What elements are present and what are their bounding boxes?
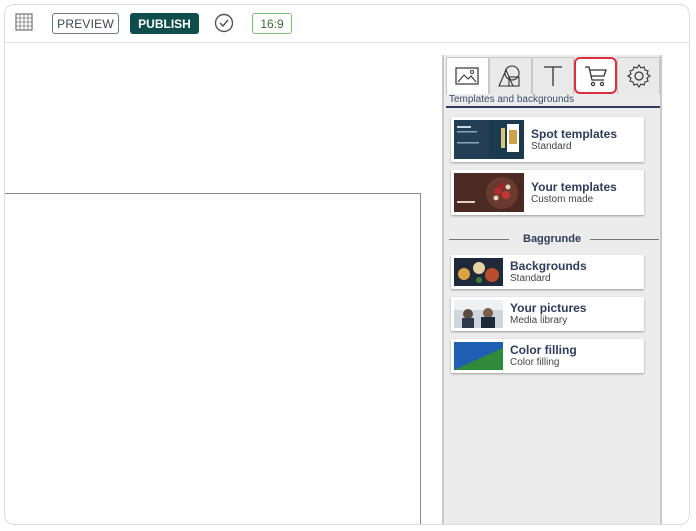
section-divider: Baggrunde (449, 233, 659, 245)
spot-templates-card[interactable]: Spot templates Standard (451, 117, 644, 162)
your-templates-thumbnail (454, 173, 524, 212)
gear-icon (626, 64, 651, 88)
check-circle-icon[interactable] (214, 13, 234, 33)
preview-button[interactable]: PREVIEW (52, 13, 119, 34)
card-subtitle: Color filling (510, 357, 560, 368)
cart-icon (584, 65, 607, 86)
card-title: Color filling (510, 343, 577, 357)
card-subtitle: Media library (510, 315, 568, 326)
spot-templates-thumbnail (454, 120, 524, 159)
shapes-icon (498, 65, 520, 87)
panel-subtitle: Templates and backgrounds (449, 94, 575, 105)
aspect-ratio-badge[interactable]: 16:9 (252, 13, 292, 34)
tab-text[interactable] (531, 57, 575, 94)
card-subtitle: Custom made (531, 193, 594, 205)
app-window: PREVIEW PUBLISH 16:9 Templates and backg… (4, 4, 690, 525)
card-title: Your pictures (510, 301, 587, 315)
backgrounds-card[interactable]: Backgrounds Standard (451, 255, 644, 289)
your-templates-card[interactable]: Your templates Custom made (451, 170, 644, 215)
card-title: Backgrounds (510, 259, 587, 273)
your-pictures-card[interactable]: Your pictures Media library (451, 297, 644, 331)
card-subtitle: Standard (531, 140, 572, 152)
card-title: Spot templates (531, 126, 618, 141)
panel-divider (446, 106, 660, 108)
color-filling-thumbnail (454, 342, 503, 370)
tab-shop[interactable] (574, 57, 618, 94)
card-title: Your templates (531, 179, 617, 194)
tab-settings[interactable] (617, 57, 660, 94)
your-pictures-thumbnail (454, 300, 503, 328)
panel-tabs (446, 57, 660, 94)
publish-button[interactable]: PUBLISH (130, 13, 199, 34)
image-icon (455, 67, 479, 85)
design-canvas[interactable] (5, 193, 421, 524)
text-icon (543, 66, 562, 86)
toolbar: PREVIEW PUBLISH 16:9 (5, 5, 689, 43)
grid-icon[interactable] (15, 13, 33, 31)
color-filling-card[interactable]: Color filling Color filling (451, 339, 644, 373)
card-subtitle: Standard (510, 273, 551, 284)
section-label: Baggrunde (523, 233, 582, 245)
side-panel: Templates and backgrounds Spot templates… (442, 55, 662, 524)
tab-images[interactable] (446, 57, 489, 94)
tab-shapes[interactable] (488, 57, 532, 94)
backgrounds-thumbnail (454, 258, 503, 286)
